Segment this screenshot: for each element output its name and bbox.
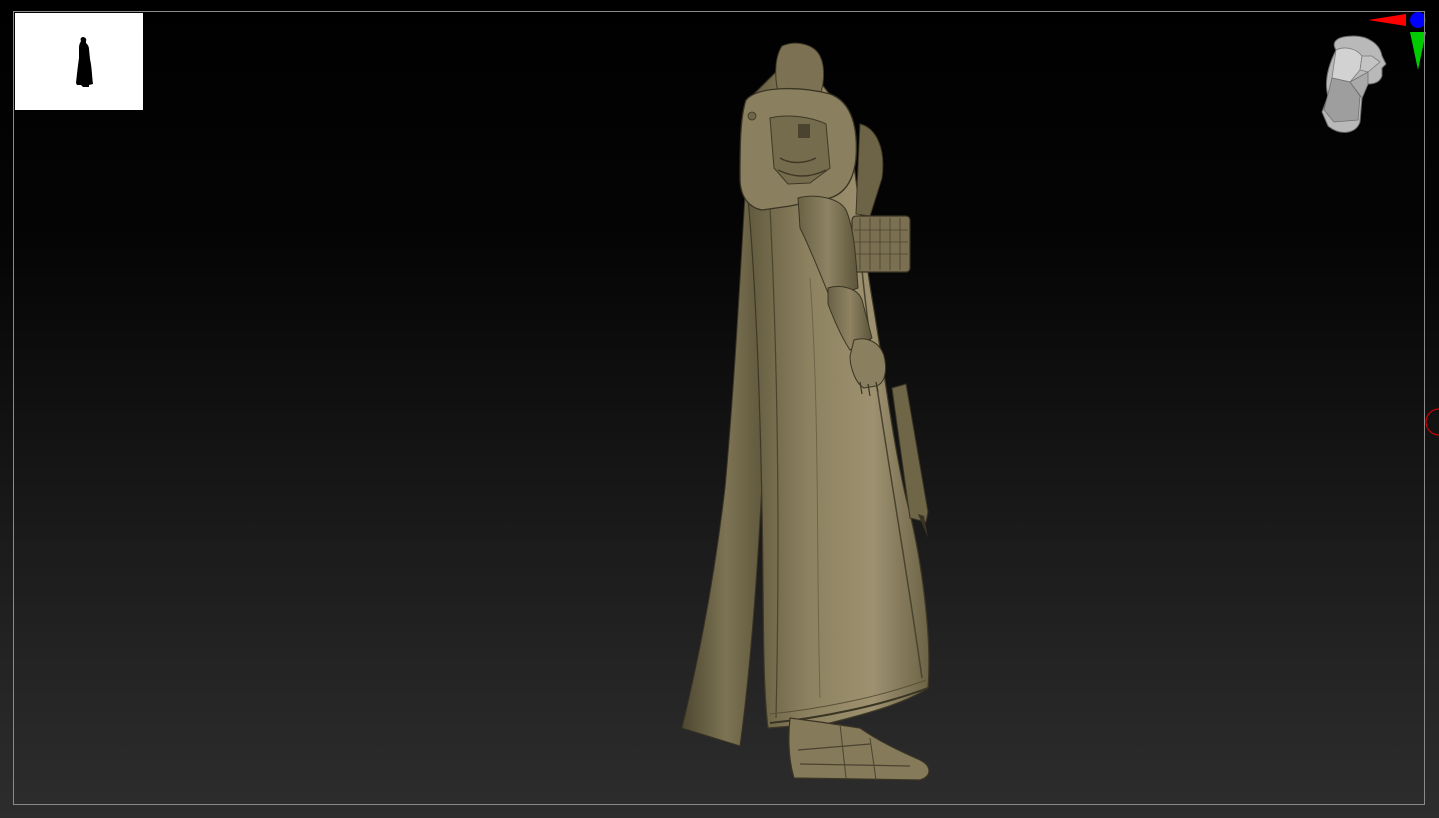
orientation-gizmo[interactable] [1310,10,1435,140]
sculpt-viewport[interactable] [0,0,1439,818]
navigator-thumbnail[interactable] [15,13,143,110]
sculpt-model[interactable] [670,38,950,788]
robed-figure-icon [681,42,930,781]
red-circle-marker-icon [1425,408,1439,436]
figure-silhouette-icon [76,37,93,87]
y-axis-arrow-icon [1410,32,1426,70]
z-axis-dot-icon [1410,12,1426,28]
edge-marker [1423,407,1439,437]
orientation-head-icon [1321,12,1426,133]
x-axis-arrow-icon [1368,14,1406,26]
